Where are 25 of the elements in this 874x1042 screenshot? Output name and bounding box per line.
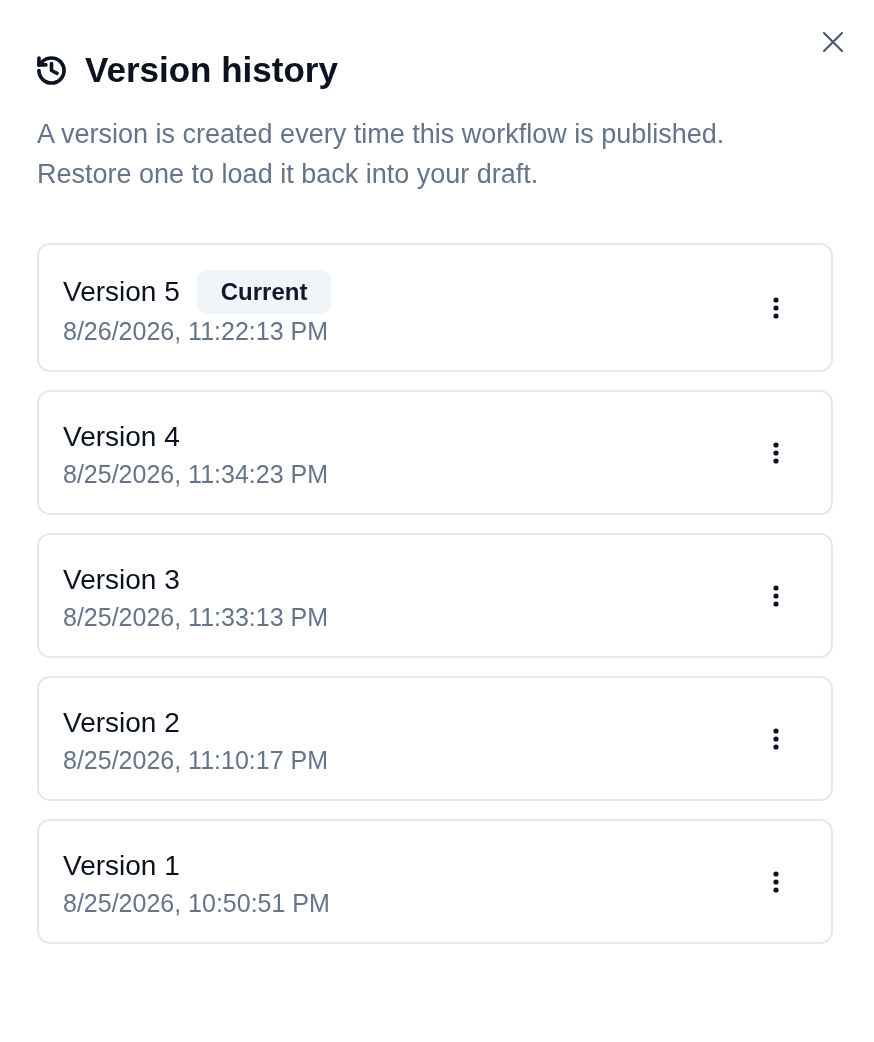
kebab-icon bbox=[773, 442, 779, 464]
version-timestamp: 8/25/2026, 11:33:13 PM bbox=[63, 602, 328, 632]
version-name: Version 3 bbox=[63, 564, 180, 596]
panel-title: Version history bbox=[85, 50, 338, 90]
version-card[interactable]: Version 1 8/25/2026, 10:50:51 PM bbox=[37, 819, 833, 944]
kebab-icon bbox=[773, 728, 779, 750]
version-name: Version 5 bbox=[63, 276, 180, 308]
close-icon bbox=[823, 32, 843, 52]
kebab-icon bbox=[773, 871, 779, 893]
history-icon bbox=[37, 55, 66, 85]
version-name: Version 1 bbox=[63, 850, 180, 882]
version-name: Version 2 bbox=[63, 707, 180, 739]
kebab-icon bbox=[773, 585, 779, 607]
panel-description: A version is created every time this workflow is published. Restore one to load it back into your draft. bbox=[37, 118, 726, 191]
version-timestamp: 8/25/2026, 11:34:23 PM bbox=[63, 459, 328, 489]
version-timestamp: 8/26/2026, 11:22:13 PM bbox=[63, 316, 329, 346]
status-badge: Current bbox=[196, 270, 332, 314]
kebab-icon bbox=[773, 297, 779, 319]
version-card[interactable]: Version 4 8/25/2026, 11:34:23 PM bbox=[37, 390, 833, 515]
version-timestamp: 8/25/2026, 11:10:17 PM bbox=[63, 745, 328, 775]
version-card[interactable]: Version 5 Current 8/26/2026, 11:22:13 PM bbox=[37, 243, 833, 372]
version-card[interactable]: Version 3 8/25/2026, 11:33:13 PM bbox=[37, 533, 833, 658]
version-name: Version 4 bbox=[63, 421, 180, 453]
version-timestamp: 8/25/2026, 10:50:51 PM bbox=[63, 888, 330, 918]
version-card[interactable]: Version 2 8/25/2026, 11:10:17 PM bbox=[37, 676, 833, 801]
